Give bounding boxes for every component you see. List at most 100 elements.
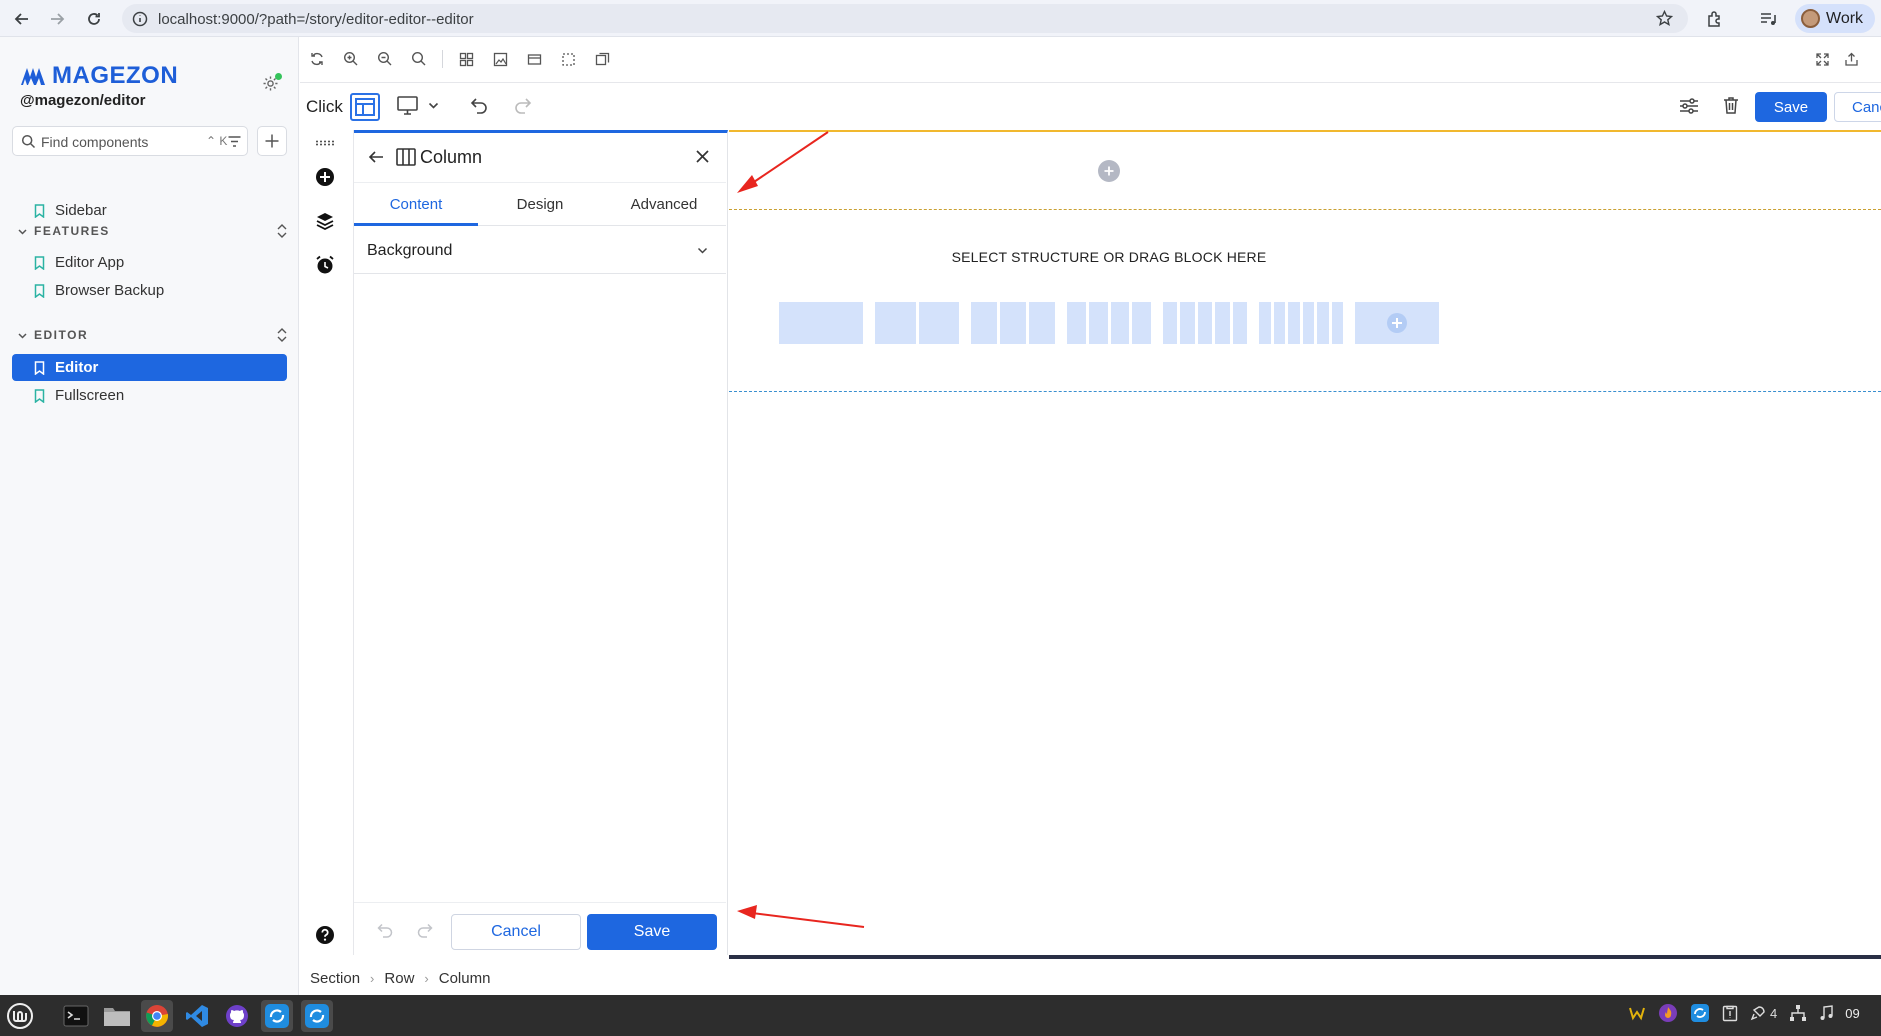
- expand-collapse-icon[interactable]: [276, 327, 288, 343]
- desktop-icon: [397, 96, 418, 115]
- browser-chrome: localhost:9000/?path=/story/editor-edito…: [0, 0, 1881, 37]
- measure-icon[interactable]: [585, 46, 619, 72]
- breadcrumb-item-row[interactable]: Row: [384, 970, 414, 987]
- filter-icon[interactable]: [227, 134, 242, 149]
- sidebar-group-editor[interactable]: EDITOR: [18, 325, 288, 345]
- tray-sync-icon[interactable]: [1690, 1003, 1710, 1023]
- address-bar[interactable]: localhost:9000/?path=/story/editor-edito…: [122, 4, 1688, 33]
- undo-icon[interactable]: [377, 923, 394, 938]
- accordion-title: Background: [367, 242, 453, 259]
- grid-icon[interactable]: [449, 46, 483, 72]
- help-icon[interactable]: [315, 925, 335, 945]
- profile-chip[interactable]: Work: [1795, 4, 1875, 33]
- cancel-button[interactable]: Canc: [1834, 92, 1881, 122]
- music-note-icon[interactable]: [1819, 1005, 1833, 1021]
- chrome-icon[interactable]: [141, 1000, 173, 1032]
- preset-5-columns[interactable]: [1163, 302, 1248, 344]
- history-alarm-icon[interactable]: [315, 255, 335, 275]
- panel-cancel-button[interactable]: Cancel: [451, 914, 581, 950]
- preset-2-columns[interactable]: [875, 302, 959, 344]
- layers-icon[interactable]: [315, 211, 335, 231]
- background-accordion[interactable]: Background: [354, 227, 726, 274]
- add-component-button[interactable]: [257, 126, 287, 156]
- undo-icon[interactable]: [470, 97, 489, 114]
- sidebar-group-features[interactable]: FEATURES: [18, 221, 288, 241]
- sidebar-item-editor[interactable]: Editor: [12, 354, 287, 381]
- save-button[interactable]: Save: [1755, 92, 1827, 122]
- vscode-icon[interactable]: [181, 1000, 213, 1032]
- forward-icon[interactable]: [46, 8, 68, 30]
- breadcrumb: Section › Row › Column: [300, 962, 1881, 994]
- breadcrumb-chevron-icon: ›: [424, 970, 429, 986]
- zoom-reset-icon[interactable]: [402, 46, 436, 72]
- redo-icon[interactable]: [416, 923, 433, 938]
- terminal-icon[interactable]: [60, 1000, 92, 1032]
- preset-3-columns[interactable]: [971, 302, 1055, 344]
- settings-sliders-icon[interactable]: [1679, 97, 1699, 115]
- back-icon[interactable]: [11, 8, 33, 30]
- site-info-icon[interactable]: [132, 11, 148, 27]
- chevron-down-icon: [18, 332, 27, 339]
- add-section-button[interactable]: [1098, 160, 1120, 182]
- column-icon: [396, 148, 416, 166]
- zoom-in-icon[interactable]: [334, 46, 368, 72]
- os-taskbar: 4 09: [0, 995, 1881, 1036]
- breadcrumb-item-section[interactable]: Section: [310, 970, 360, 987]
- fullscreen-icon[interactable]: [1815, 52, 1830, 67]
- breadcrumb-item-column[interactable]: Column: [439, 970, 491, 987]
- search-box[interactable]: ⌃ K: [12, 126, 248, 156]
- layout-toggle-button[interactable]: [350, 93, 380, 121]
- tray-clipboard-icon[interactable]: [1722, 1004, 1738, 1022]
- section-outline: [729, 130, 1881, 132]
- panel-save-button[interactable]: Save: [587, 914, 717, 950]
- storybook-toolbar: [300, 46, 619, 72]
- expand-collapse-icon[interactable]: [276, 223, 288, 239]
- brand-logo[interactable]: MAGEZON: [20, 62, 178, 90]
- drop-zone-hint: SELECT STRUCTURE OR DRAG BLOCK HERE: [951, 249, 1267, 265]
- sync-app-icon-2[interactable]: [301, 1000, 333, 1032]
- preset-custom[interactable]: [1355, 302, 1439, 344]
- outline-icon[interactable]: [551, 46, 585, 72]
- tab-advanced[interactable]: Advanced: [602, 183, 726, 225]
- tray-notifications[interactable]: 4: [1750, 1005, 1777, 1021]
- bookmark-icon: [34, 360, 45, 375]
- editor-canvas[interactable]: SELECT STRUCTURE OR DRAG BLOCK HERE: [729, 130, 1881, 959]
- close-icon[interactable]: [695, 149, 710, 164]
- sync-app-icon[interactable]: [261, 1000, 293, 1032]
- search-shortcut: ⌃ K: [206, 134, 228, 148]
- zoom-out-icon[interactable]: [368, 46, 402, 72]
- preset-4-columns[interactable]: [1067, 302, 1151, 344]
- sidebar-item-sidebar[interactable]: Sidebar: [12, 197, 287, 224]
- search-input[interactable]: [41, 132, 191, 152]
- clock: 09: [1845, 1005, 1860, 1021]
- drag-handle-icon[interactable]: [315, 140, 335, 146]
- back-arrow-icon[interactable]: [368, 149, 384, 165]
- network-icon[interactable]: [1789, 1004, 1807, 1022]
- tray-app-icon[interactable]: [1628, 1004, 1646, 1022]
- element-settings-panel: Column Content Design Advanced Backgroun…: [354, 130, 728, 955]
- github-icon[interactable]: [221, 1000, 253, 1032]
- reload-icon[interactable]: [83, 8, 105, 30]
- redo-icon[interactable]: [513, 97, 532, 114]
- sidebar-item-fullscreen[interactable]: Fullscreen: [12, 382, 287, 409]
- bookmark-star-icon[interactable]: [1656, 10, 1673, 27]
- sidebar-item-browser-backup[interactable]: Browser Backup: [12, 277, 287, 304]
- device-selector[interactable]: [397, 96, 439, 115]
- extensions-icon[interactable]: [1704, 8, 1726, 30]
- preset-1-column[interactable]: [779, 302, 863, 344]
- remount-icon[interactable]: [300, 46, 334, 72]
- background-icon[interactable]: [483, 46, 517, 72]
- share-icon[interactable]: [1844, 52, 1859, 67]
- tray-flame-icon[interactable]: [1658, 1003, 1678, 1023]
- tab-design[interactable]: Design: [478, 183, 602, 225]
- tab-content[interactable]: Content: [354, 183, 478, 226]
- trash-icon[interactable]: [1723, 96, 1739, 115]
- preset-6-columns[interactable]: [1259, 302, 1343, 344]
- files-icon[interactable]: [101, 1000, 133, 1032]
- media-control-icon[interactable]: [1757, 8, 1779, 30]
- add-element-icon[interactable]: [315, 167, 335, 187]
- viewport-icon[interactable]: [517, 46, 551, 72]
- sidebar-group-title: EDITOR: [34, 328, 89, 342]
- mint-menu-icon[interactable]: [4, 1000, 36, 1032]
- sidebar-item-editor-app[interactable]: Editor App: [12, 249, 287, 276]
